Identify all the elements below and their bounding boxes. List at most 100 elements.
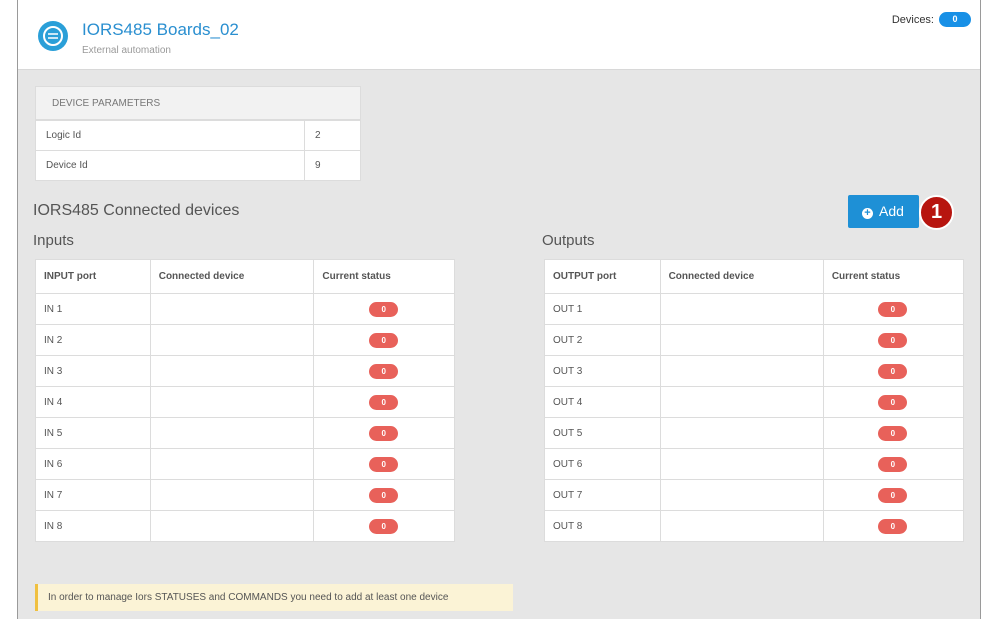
connected-device-cell xyxy=(659,386,824,418)
param-value: 9 xyxy=(304,150,361,181)
table-row: IN 4 0 xyxy=(35,386,455,418)
port-cell: IN 6 xyxy=(35,448,151,480)
status-badge: 0 xyxy=(369,518,399,534)
callout-marker: 1 xyxy=(919,195,954,230)
status-cell: 0 xyxy=(822,293,965,325)
table-row: Logic Id 2 xyxy=(35,120,361,151)
port-cell: IN 8 xyxy=(35,510,151,542)
port-cell: IN 3 xyxy=(35,355,151,387)
table-row: IN 6 0 xyxy=(35,448,455,480)
status-badge: 0 xyxy=(369,394,399,410)
status-cell: 0 xyxy=(313,448,455,480)
connected-device-cell xyxy=(659,324,824,356)
port-cell: OUT 1 xyxy=(544,293,661,325)
status-cell: 0 xyxy=(313,386,455,418)
connected-device-cell xyxy=(659,355,824,387)
status-badge: 0 xyxy=(878,425,908,441)
port-cell: OUT 5 xyxy=(544,417,661,449)
page-title: IORS485 Boards_02 xyxy=(82,20,239,39)
status-badge: 0 xyxy=(878,487,908,503)
column-header: Connected device xyxy=(659,259,824,294)
page-header: IORS485 Boards_02 External automation De… xyxy=(18,0,980,70)
table-row: OUT 8 0 xyxy=(544,510,965,542)
table-row: IN 7 0 xyxy=(35,479,455,511)
column-header: INPUT port xyxy=(35,259,151,294)
connected-device-cell xyxy=(149,510,315,542)
status-cell: 0 xyxy=(313,324,455,356)
connected-device-cell xyxy=(149,386,315,418)
status-cell: 0 xyxy=(822,479,965,511)
connected-device-cell xyxy=(149,479,315,511)
connected-device-cell xyxy=(659,417,824,449)
add-button-label: Add xyxy=(879,203,904,219)
connected-devices-title: IORS485 Connected devices xyxy=(33,202,240,219)
outputs-table: OUTPUT port Connected device Current sta… xyxy=(544,259,965,542)
status-cell: 0 xyxy=(822,355,965,387)
connected-device-cell xyxy=(149,417,315,449)
table-row: OUT 3 0 xyxy=(544,355,965,387)
port-cell: IN 1 xyxy=(35,293,151,325)
add-device-button[interactable]: + Add xyxy=(848,195,919,228)
table-row: IN 2 0 xyxy=(35,324,455,356)
status-badge: 0 xyxy=(369,363,399,379)
table-row: IN 8 0 xyxy=(35,510,455,542)
status-badge: 0 xyxy=(369,456,399,472)
device-parameters-panel: DEVICE PARAMETERS Logic Id 2 Device Id 9 xyxy=(35,86,361,181)
table-row: OUT 1 0 xyxy=(544,293,965,325)
port-cell: OUT 3 xyxy=(544,355,661,387)
table-row: OUT 2 0 xyxy=(544,324,965,356)
status-badge: 0 xyxy=(369,301,399,317)
status-badge: 0 xyxy=(878,456,908,472)
status-cell: 0 xyxy=(822,510,965,542)
connected-device-cell xyxy=(149,324,315,356)
status-cell: 0 xyxy=(313,417,455,449)
column-header: Connected device xyxy=(149,259,315,294)
status-cell: 0 xyxy=(822,417,965,449)
status-badge: 0 xyxy=(878,301,908,317)
column-header: Current status xyxy=(313,259,455,294)
status-cell: 0 xyxy=(822,324,965,356)
status-badge: 0 xyxy=(878,332,908,348)
port-cell: OUT 7 xyxy=(544,479,661,511)
status-cell: 0 xyxy=(822,386,965,418)
main-panel: IORS485 Boards_02 External automation De… xyxy=(17,0,981,619)
column-header: Current status xyxy=(822,259,965,294)
connected-device-cell xyxy=(149,448,315,480)
status-cell: 0 xyxy=(822,448,965,480)
table-row: Device Id 9 xyxy=(35,150,361,181)
table-row: IN 5 0 xyxy=(35,417,455,449)
table-row: OUT 6 0 xyxy=(544,448,965,480)
status-cell: 0 xyxy=(313,293,455,325)
connected-device-cell xyxy=(149,293,315,325)
status-cell: 0 xyxy=(313,510,455,542)
port-cell: OUT 2 xyxy=(544,324,661,356)
status-badge: 0 xyxy=(369,425,399,441)
table-row: IN 3 0 xyxy=(35,355,455,387)
status-badge: 0 xyxy=(878,394,908,410)
status-badge: 0 xyxy=(878,518,908,534)
table-header-row: INPUT port Connected device Current stat… xyxy=(35,259,455,294)
status-badge: 0 xyxy=(369,332,399,348)
table-row: OUT 5 0 xyxy=(544,417,965,449)
column-header: OUTPUT port xyxy=(544,259,661,294)
port-cell: IN 5 xyxy=(35,417,151,449)
table-row: OUT 7 0 xyxy=(544,479,965,511)
inputs-table: INPUT port Connected device Current stat… xyxy=(35,259,455,542)
plus-circle-icon: + xyxy=(862,208,873,219)
device-parameters-table: Logic Id 2 Device Id 9 xyxy=(35,120,361,181)
devices-count-badge: 0 xyxy=(939,12,971,27)
port-cell: IN 7 xyxy=(35,479,151,511)
board-icon xyxy=(38,21,68,51)
param-label: Device Id xyxy=(35,150,305,181)
status-badge: 0 xyxy=(369,487,399,503)
table-row: OUT 4 0 xyxy=(544,386,965,418)
param-value: 2 xyxy=(304,120,361,151)
port-cell: IN 2 xyxy=(35,324,151,356)
device-parameters-title: DEVICE PARAMETERS xyxy=(35,86,361,120)
devices-label: Devices: xyxy=(891,14,934,26)
table-header-row: OUTPUT port Connected device Current sta… xyxy=(544,259,965,294)
connected-device-cell xyxy=(659,479,824,511)
inputs-title: Inputs xyxy=(33,232,74,249)
outputs-title: Outputs xyxy=(542,232,595,249)
param-label: Logic Id xyxy=(35,120,305,151)
